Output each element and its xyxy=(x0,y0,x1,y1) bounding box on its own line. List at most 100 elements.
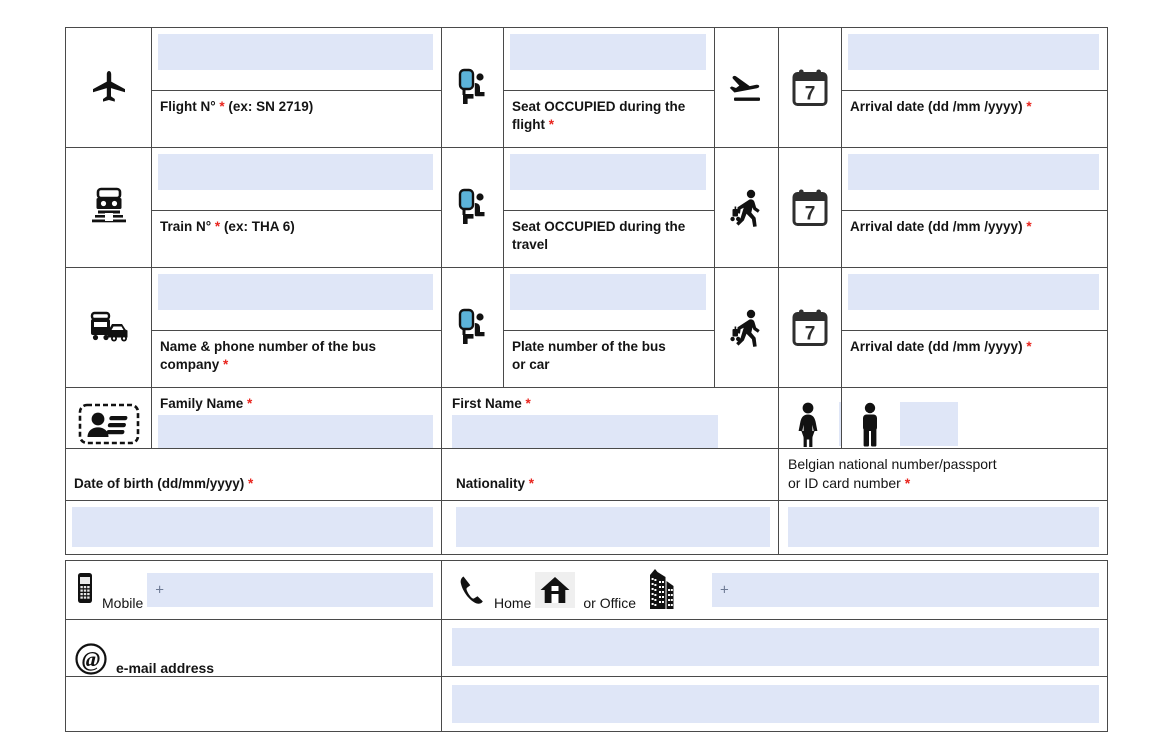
email-extra-input[interactable] xyxy=(452,685,1099,723)
flight-arrival-date-label: Arrival date (dd /mm /yyyy) * xyxy=(842,91,1107,123)
flight-seat-icon-cell xyxy=(441,27,504,148)
email-extra-field-cell xyxy=(441,676,1108,732)
flight-arrival-date-label-cell: Arrival date (dd /mm /yyyy) * xyxy=(841,90,1108,148)
mobile-phone-input[interactable]: + xyxy=(147,573,433,607)
female-gender-input[interactable] xyxy=(839,402,841,446)
office-phone-input[interactable]: + xyxy=(712,573,1099,607)
bus-plate-input[interactable] xyxy=(510,274,706,310)
train-number-input[interactable] xyxy=(158,154,433,190)
required-asterisk: * xyxy=(525,396,531,411)
mobile-phone-group: Mobile + xyxy=(66,561,441,619)
nationality-input[interactable] xyxy=(456,506,770,547)
bus-company-label-line2: company xyxy=(160,357,224,373)
train-arrival-date-cell xyxy=(841,147,1108,211)
contact-details-table: Mobile + Home or Office + @ e-mail addre… xyxy=(65,560,1108,732)
male-gender-input[interactable] xyxy=(900,402,958,446)
required-asterisk: * xyxy=(904,474,911,491)
train-traveller-icon-cell xyxy=(714,147,779,268)
bus-field-row: 7 xyxy=(65,267,1108,388)
bus-traveller-icon-cell xyxy=(714,267,779,388)
bus-arrival-date-input[interactable] xyxy=(848,274,1099,310)
email-input[interactable] xyxy=(452,628,1099,666)
train-number-label-text: Train N° xyxy=(160,219,215,234)
train-arrival-date-input[interactable] xyxy=(848,154,1099,190)
plane-landing-icon xyxy=(715,28,778,147)
personal-field-row xyxy=(65,499,1108,555)
female-icon xyxy=(795,401,821,447)
train-number-label: Train N° * (ex: THA 6) xyxy=(152,211,441,243)
train-number-label-example: (ex: THA 6) xyxy=(220,219,295,234)
train-label-row: Train N° * (ex: THA 6) Seat OCCUPIED dur… xyxy=(66,210,1108,268)
office-building-icon xyxy=(640,567,680,613)
mobile-phone-prefix: + xyxy=(155,581,165,599)
train-arrival-date-label-text: Arrival date (dd /mm /yyyy) xyxy=(850,219,1027,234)
email-row: @ e-mail address xyxy=(65,619,1108,677)
id-number-label-cell: Belgian national number/passport or ID ca… xyxy=(778,448,1108,501)
flight-seat-cell xyxy=(503,27,715,91)
bus-plate-label-cell: Plate number of the bus or car xyxy=(503,330,715,388)
id-number-label: Belgian national number/passport or ID ca… xyxy=(779,449,1107,500)
seat-icon xyxy=(442,148,503,267)
dob-label-cell: Date of birth (dd/mm/yyyy) * xyxy=(65,448,442,501)
id-number-input[interactable] xyxy=(788,506,1099,547)
required-asterisk: * xyxy=(248,475,254,491)
bus-arrival-date-label-text: Arrival date (dd /mm /yyyy) xyxy=(850,339,1027,354)
bus-company-input[interactable] xyxy=(158,274,433,310)
dob-label: Date of birth (dd/mm/yyyy) * xyxy=(66,468,441,500)
nationality-field-cell xyxy=(441,499,779,555)
dob-input[interactable] xyxy=(72,506,433,547)
flight-arrival-date-cell xyxy=(841,27,1108,91)
mobile-label: Mobile xyxy=(102,595,144,611)
bus-plate-label-line1: Plate number of the bus xyxy=(512,339,666,354)
bus-icon-cell xyxy=(65,267,152,388)
flight-number-input[interactable] xyxy=(158,34,433,70)
required-asterisk: * xyxy=(548,117,555,133)
flight-seat-label-line1: Seat OCCUPIED during the xyxy=(512,99,686,114)
bus-seat-icon-cell xyxy=(441,267,504,388)
flight-seat-label-line2: flight xyxy=(512,117,549,133)
flight-number-cell xyxy=(151,27,442,91)
home-label: Home xyxy=(494,595,532,611)
phone-row: Mobile + Home or Office + xyxy=(65,560,1108,620)
flight-number-label-cell: Flight N° * (ex: SN 2719) xyxy=(151,90,442,148)
email-extra-label-cell xyxy=(65,676,442,732)
train-seat-label: Seat OCCUPIED during the travel xyxy=(504,211,714,261)
flight-arrival-date-label-text: Arrival date (dd /mm /yyyy) xyxy=(850,99,1027,114)
bus-calendar-icon-cell: 7 xyxy=(778,267,842,388)
family-name-label: Family Name * xyxy=(152,388,441,415)
personal-details-table: Date of birth (dd/mm/yyyy) * Nationality… xyxy=(65,448,1108,555)
seat-icon xyxy=(442,268,503,387)
email-label: e-mail address xyxy=(116,660,215,676)
train-number-label-cell: Train N° * (ex: THA 6) xyxy=(151,210,442,268)
office-phone-group: Home or Office + xyxy=(442,561,1107,619)
at-sign-icon: @ xyxy=(74,642,108,676)
passenger-locator-form-page: 7 Flight N° * (ex: SN 2719) Seat OCCUPIE… xyxy=(0,0,1173,732)
personal-label-row: Date of birth (dd/mm/yyyy) * Nationality… xyxy=(65,448,1108,501)
train-arrival-date-label: Arrival date (dd /mm /yyyy) * xyxy=(842,211,1107,243)
email-field-cell xyxy=(441,619,1108,677)
train-seat-label-line1: Seat OCCUPIED during the xyxy=(512,219,686,234)
flight-arrival-date-input[interactable] xyxy=(848,34,1099,70)
travel-details-table: 7 Flight N° * (ex: SN 2719) Seat OCCUPIE… xyxy=(65,27,1108,461)
bus-company-cell xyxy=(151,267,442,331)
family-name-label-text: Family Name xyxy=(160,396,248,411)
office-phone-prefix: + xyxy=(720,581,729,599)
mobile-phone-cell: Mobile + xyxy=(65,560,442,620)
dob-field-cell xyxy=(65,499,442,555)
train-icon-cell xyxy=(65,147,152,268)
flight-number-label-example: (ex: SN 2719) xyxy=(224,99,314,114)
train-number-cell xyxy=(151,147,442,211)
train-seat-input[interactable] xyxy=(510,154,706,190)
required-asterisk: * xyxy=(247,396,253,411)
bus-company-label: Name & phone number of the bus company * xyxy=(152,331,441,381)
email-extra-row xyxy=(65,676,1108,732)
nationality-label-cell: Nationality * xyxy=(441,448,779,501)
nationality-label-text: Nationality xyxy=(456,475,529,491)
male-icon xyxy=(858,401,882,447)
train-seat-label-cell: Seat OCCUPIED during the travel xyxy=(503,210,715,268)
bus-arrival-date-label-cell: Arrival date (dd /mm /yyyy) * xyxy=(841,330,1108,388)
bus-plate-label-line2: or car xyxy=(512,357,550,373)
flight-seat-input[interactable] xyxy=(510,34,706,70)
calendar-7-icon: 7 xyxy=(779,28,841,147)
bus-arrival-date-label: Arrival date (dd /mm /yyyy) * xyxy=(842,331,1107,363)
